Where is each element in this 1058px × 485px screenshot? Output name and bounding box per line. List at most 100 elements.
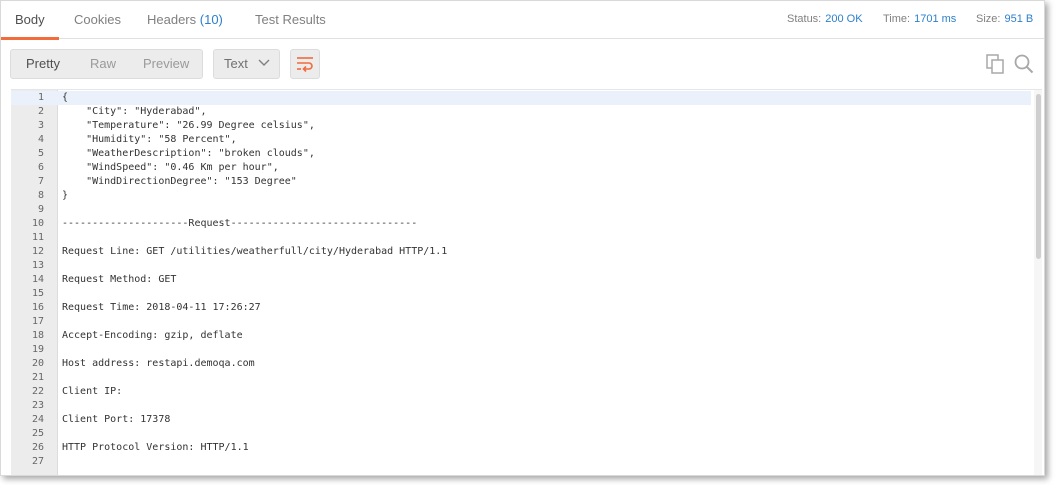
tab-body[interactable]: Body [1, 1, 59, 40]
response-tabbar: Body Cookies Headers (10) Test Results S… [1, 1, 1044, 40]
code-line: 20 Host address: restapi.demoqa.com [11, 357, 1031, 371]
code-line-text: Request Line: GET /utilities/weatherfull… [62, 246, 448, 257]
line-number: 2 [37, 106, 44, 117]
time-info: Time: 1701 ms [883, 1, 956, 37]
tab-headers[interactable]: Headers (10) [147, 1, 223, 39]
response-body-editor[interactable]: 1{2 "City": "Hyderabad", 3 "Temperature":… [11, 89, 1042, 475]
line-number: 12 [31, 246, 44, 257]
line-number: 15 [31, 288, 44, 299]
line-number: 1 [37, 92, 44, 103]
wrap-lines-button[interactable] [290, 49, 320, 79]
tab-headers-count: (10) [199, 12, 223, 27]
line-number: 21 [31, 372, 44, 383]
code-line-text: "City": "Hyderabad", [62, 106, 207, 117]
line-number: 5 [37, 148, 44, 159]
line-number: 20 [31, 358, 44, 369]
wrap-lines-icon [297, 57, 313, 72]
code-line: 2 "City": "Hyderabad", [11, 105, 1031, 119]
line-number: 9 [37, 204, 44, 215]
raw-button[interactable]: Raw [90, 50, 116, 78]
line-number: 8 [37, 190, 44, 201]
code-line: 9 [11, 203, 1031, 217]
code-line: 16 Request Time: 2018-04-11 17:26:27 [11, 301, 1031, 315]
time-value[interactable]: 1701 ms [914, 13, 956, 25]
code-line-text: Accept-Encoding: gzip, deflate [62, 330, 243, 341]
code-line-text: "WeatherDescription": "broken clouds", [62, 148, 315, 159]
code-line: 25 [11, 427, 1031, 441]
code-line-text: Client Port: 17378 [62, 414, 171, 425]
code-line: 21 [11, 371, 1031, 385]
code-line-text: Request Method: GET [62, 274, 177, 285]
tab-test-results[interactable]: Test Results [255, 1, 326, 39]
copy-icon[interactable] [986, 54, 1004, 74]
line-number: 4 [37, 134, 44, 145]
code-line: 1{ [11, 91, 1031, 105]
code-line: 15 [11, 287, 1031, 301]
code-line-text: "WindDirectionDegree": "153 Degree" [62, 176, 297, 187]
code-line: 17 [11, 315, 1031, 329]
line-number: 23 [31, 400, 44, 411]
code-line-text: } [62, 190, 69, 201]
code-line: 10 ---------------------Request----------… [11, 217, 1031, 231]
tab-cookies[interactable]: Cookies [74, 1, 121, 39]
line-number: 10 [31, 218, 44, 229]
time-label: Time: [883, 13, 911, 25]
code-line: 27 [11, 455, 1031, 469]
line-number: 22 [31, 386, 44, 397]
code-line: 23 [11, 399, 1031, 413]
code-line-text: Request Time: 2018-04-11 17:26:27 [62, 302, 261, 313]
code-line-text: "WindSpeed": "0.46 Km per hour", [62, 162, 279, 173]
code-line: 11 [11, 231, 1031, 245]
line-number: 24 [31, 414, 44, 425]
code-line: 8} [11, 189, 1031, 203]
size-value[interactable]: 951 B [1004, 13, 1033, 25]
code-line: 18 Accept-Encoding: gzip, deflate [11, 329, 1031, 343]
chevron-down-icon [258, 59, 270, 66]
code-line-text: "Temperature": "26.99 Degree celsius", [62, 120, 315, 131]
size-label: Size: [976, 13, 1001, 25]
line-number: 7 [37, 176, 44, 187]
tab-headers-label: Headers [147, 12, 197, 27]
line-number: 6 [37, 162, 44, 173]
response-panel: Body Cookies Headers (10) Test Results S… [0, 0, 1045, 476]
code-line-text: Client IP: [62, 386, 123, 397]
code-line-text: { [62, 92, 69, 103]
code-line: 6 "WindSpeed": "0.46 Km per hour", [11, 161, 1031, 175]
code-line: 14 Request Method: GET [11, 273, 1031, 287]
code-line: 24 Client Port: 17378 [11, 413, 1031, 427]
code-line: 22 Client IP: [11, 385, 1031, 399]
line-number: 26 [31, 442, 44, 453]
status-label: Status: [787, 13, 822, 25]
code-line: 19 [11, 343, 1031, 357]
format-select[interactable]: Text [213, 49, 280, 79]
line-number: 18 [31, 330, 44, 341]
view-mode-group: Pretty Raw Preview [10, 49, 203, 79]
line-number: 16 [31, 302, 44, 313]
status-value[interactable]: 200 OK [825, 13, 862, 25]
search-icon[interactable] [1014, 54, 1034, 74]
line-number: 13 [31, 260, 44, 271]
code-line: 4 "Humidity": "58 Percent", [11, 133, 1031, 147]
size-info: Size: 951 B [976, 1, 1033, 37]
scrollbar-thumb[interactable] [1036, 94, 1041, 259]
code-line: 13 [11, 259, 1031, 273]
code-line: 5 "WeatherDescription": "broken clouds", [11, 147, 1031, 161]
code-line: 3 "Temperature": "26.99 Degree celsius", [11, 119, 1031, 133]
code-line-text: ---------------------Request------------… [62, 218, 418, 229]
line-number: 14 [31, 274, 44, 285]
code-line-text: "Humidity": "58 Percent", [62, 134, 237, 145]
line-number: 11 [31, 232, 44, 243]
code-line: 12 Request Line: GET /utilities/weatherfu… [11, 245, 1031, 259]
line-number: 17 [31, 316, 44, 327]
line-number: 25 [31, 428, 44, 439]
line-number: 27 [31, 456, 44, 467]
format-select-value: Text [224, 56, 248, 71]
code-line: 7 "WindDirectionDegree": "153 Degree" [11, 175, 1031, 189]
line-number: 3 [37, 120, 44, 131]
preview-button[interactable]: Preview [143, 50, 189, 78]
code-line: 26 HTTP Protocol Version: HTTP/1.1 [11, 441, 1031, 455]
pretty-button[interactable]: Pretty [26, 50, 60, 78]
line-number: 19 [31, 344, 44, 355]
body-toolbar: Pretty Raw Preview Text [1, 39, 1044, 89]
code-line-text: Host address: restapi.demoqa.com [62, 358, 255, 369]
